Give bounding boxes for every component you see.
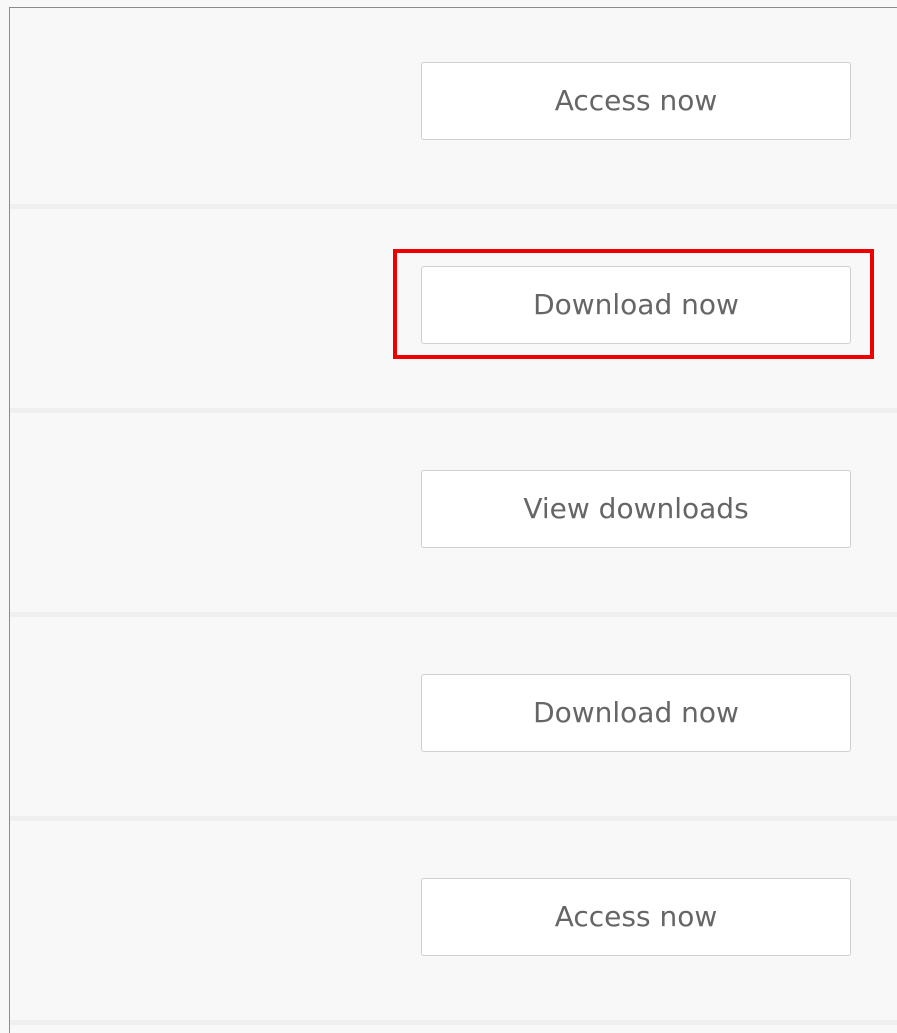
list-row: Download now [10,209,897,413]
product-list-panel: Access now Download now View downloads D… [9,7,897,1033]
list-row: Access now [10,8,897,209]
download-now-button[interactable]: Download now [421,674,851,752]
access-now-button[interactable]: Access now [421,62,851,140]
list-row: Download now [10,617,897,821]
download-now-button[interactable]: Download now [421,266,851,344]
view-downloads-button[interactable]: View downloads [421,470,851,548]
access-now-button[interactable]: Access now [421,878,851,956]
list-row: Access now [10,821,897,1025]
list-row: View downloads [10,413,897,617]
